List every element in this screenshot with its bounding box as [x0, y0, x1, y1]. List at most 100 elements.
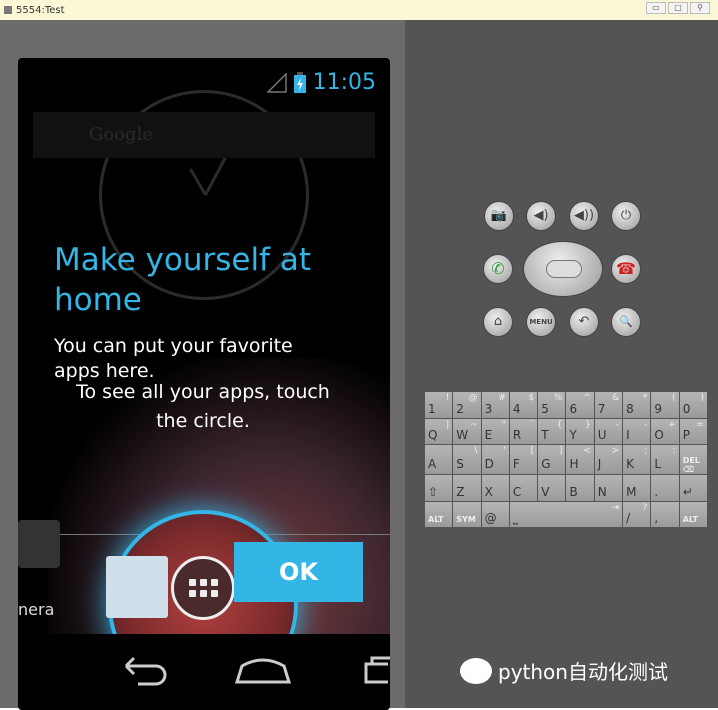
key-label: 6: [569, 401, 578, 416]
keyboard-key[interactable]: S \: [453, 445, 481, 474]
keyboard-key[interactable]: X: [481, 475, 509, 501]
clock-time: 11:05: [312, 70, 376, 95]
keyboard-key[interactable]: /?: [623, 501, 651, 527]
keyboard-key[interactable]: N: [594, 475, 623, 501]
keyboard-key[interactable]: ↵: [679, 475, 707, 501]
google-search-bar[interactable]: Google: [33, 112, 375, 158]
keyboard-key[interactable]: 0): [679, 392, 707, 418]
keyboard-key[interactable]: G]: [538, 445, 566, 474]
keyboard-key[interactable]: T{: [538, 418, 566, 444]
dpad-center-button[interactable]: [546, 260, 582, 278]
keyboard-key[interactable]: DEL ⌫: [679, 445, 707, 474]
keyboard-key[interactable]: J >: [594, 445, 623, 474]
key-alt-label: ': [503, 446, 506, 456]
key-alt-label: *: [642, 393, 648, 403]
back-button[interactable]: [118, 652, 168, 695]
minimize-button[interactable]: ▭: [646, 2, 666, 14]
key-alt-label: ?: [642, 502, 648, 513]
key-alt-label: ]: [558, 446, 563, 456]
keyboard-key[interactable]: ALT: [679, 501, 707, 527]
key-alt-label: }: [585, 419, 591, 430]
keyboard-key[interactable]: Q |: [425, 418, 453, 444]
key-alt-label: %: [553, 393, 563, 403]
keyboard-key[interactable]: E ": [481, 418, 509, 444]
device-screen[interactable]: Google 11:05 Make yourself at home You c…: [18, 58, 390, 710]
watermark-text: python自动化测试: [498, 660, 668, 684]
key-label: 7: [597, 401, 606, 416]
maximize-button[interactable]: □: [668, 2, 688, 14]
key-label: D: [484, 456, 494, 471]
keyboard-key[interactable]: I-: [623, 418, 651, 444]
key-label: ALT: [428, 515, 444, 525]
contacts-app-icon[interactable]: [106, 556, 168, 618]
key-alt-label: !: [445, 393, 450, 403]
key-label: Q: [428, 428, 438, 443]
key-alt-label: \: [474, 446, 478, 456]
keyboard-key[interactable]: A: [425, 445, 453, 474]
key-alt-label: #: [498, 393, 506, 403]
end-call-button[interactable]: ☎: [611, 254, 641, 284]
key-label: DEL ⌫: [682, 456, 700, 474]
call-button[interactable]: ✆: [483, 254, 513, 284]
recents-button[interactable]: [358, 652, 390, 695]
keyboard-key[interactable]: .: [651, 475, 679, 501]
menu-button[interactable]: MENU: [526, 307, 556, 337]
keyboard-key[interactable]: SYM: [453, 501, 481, 527]
search-key-button[interactable]: 🔍: [611, 307, 641, 337]
keyboard-key[interactable]: 8 *: [623, 392, 651, 418]
keyboard-key[interactable]: 2 @: [453, 392, 481, 418]
volume-down-button[interactable]: ◀): [526, 201, 556, 231]
all-apps-button[interactable]: [171, 556, 235, 620]
key-label: U: [597, 428, 607, 443]
keyboard-key[interactable]: O +: [651, 418, 679, 444]
keyboard-key[interactable]: H <: [566, 445, 594, 474]
camera-button[interactable]: 📷: [484, 201, 514, 231]
keyboard-key[interactable]: B: [566, 475, 594, 501]
home-key-button[interactable]: ⌂: [483, 307, 513, 337]
wechat-icon: [460, 657, 492, 684]
keyboard-key[interactable]: D ': [481, 445, 509, 474]
volume-up-button[interactable]: ◀)): [569, 201, 599, 231]
close-button[interactable]: ⚲: [690, 2, 710, 14]
keyboard-key[interactable]: ⇧: [425, 475, 453, 501]
keyboard-key[interactable]: 4 $: [509, 392, 538, 418]
keyboard-key[interactable]: U-: [594, 418, 623, 444]
keyboard-key[interactable]: 7 &: [594, 392, 623, 418]
key-label: .: [654, 484, 659, 499]
power-button[interactable]: ⏻: [611, 201, 641, 231]
key-label: C: [512, 484, 522, 499]
key-label: ,: [654, 511, 659, 526]
keyboard-key[interactable]: P =: [679, 418, 707, 444]
keyboard-key[interactable]: 3 #: [481, 392, 509, 418]
ok-button[interactable]: OK: [234, 542, 363, 602]
home-button[interactable]: [234, 652, 292, 695]
keyboard-key[interactable]: Z: [453, 475, 481, 501]
keyboard-key[interactable]: 5%: [538, 392, 566, 418]
keyboard-key[interactable]: W ~: [453, 418, 481, 444]
back-key-button[interactable]: ↶: [569, 307, 599, 337]
keyboard-key[interactable]: ⎵ ⇥: [509, 501, 623, 527]
keyboard-key[interactable]: C: [509, 475, 538, 501]
back-icon: [124, 656, 167, 686]
keyboard-key[interactable]: Y}: [566, 418, 594, 444]
keyboard-key[interactable]: ,: [651, 501, 679, 527]
key-label: L: [654, 456, 662, 471]
keyboard-key[interactable]: M: [623, 475, 651, 501]
keyboard-key[interactable]: @: [481, 501, 509, 527]
keyboard-key[interactable]: 1!: [425, 392, 453, 418]
keyboard-key[interactable]: K;: [623, 445, 651, 474]
keyboard-key[interactable]: ALT: [425, 501, 453, 527]
dpad[interactable]: [523, 241, 603, 297]
key-alt-label: ): [700, 393, 704, 403]
key-alt-label: ⇥: [611, 502, 620, 513]
key-label: ALT: [682, 515, 699, 525]
key-label: Z: [456, 484, 465, 499]
keyboard-key[interactable]: 6 ^: [566, 392, 594, 418]
keyboard-key[interactable]: R `: [509, 418, 538, 444]
camera-app-icon[interactable]: [18, 520, 60, 568]
keyboard-key[interactable]: V: [538, 475, 566, 501]
keyboard-key[interactable]: L:: [651, 445, 679, 474]
keyboard-key[interactable]: F[: [509, 445, 538, 474]
keyboard-key[interactable]: 9(: [651, 392, 679, 418]
key-label: A: [428, 456, 437, 471]
